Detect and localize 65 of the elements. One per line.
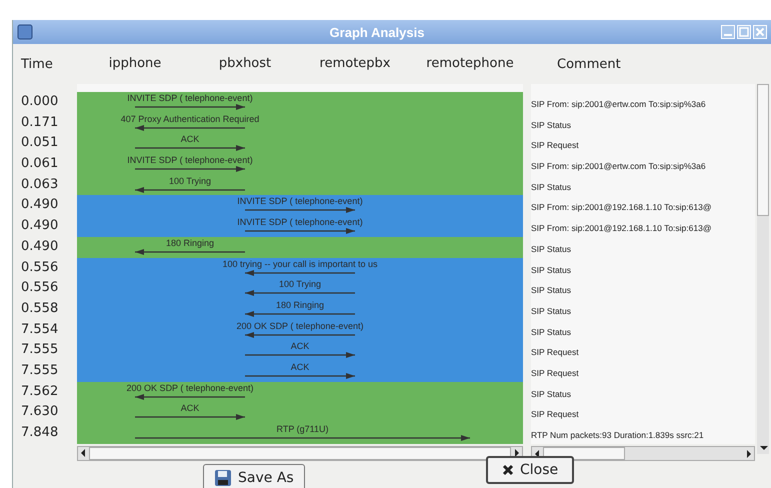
- window-icon: [17, 24, 33, 40]
- message-label: INVITE SDP ( telephone-event): [127, 155, 253, 166]
- time-cell-text: 0.061: [20, 155, 60, 174]
- message-label: INVITE SDP ( telephone-event): [237, 217, 363, 228]
- message-label: INVITE SDP ( telephone-event): [127, 93, 253, 103]
- message-label: ACK: [290, 362, 310, 372]
- horizontal-scrollbar[interactable]: [531, 446, 755, 461]
- time-cell-text: 7.848: [20, 424, 60, 442]
- comment-cell-text: SIP Request: [531, 139, 580, 152]
- time-cell-text: 0.051: [20, 134, 60, 152]
- column-header: Time: [20, 56, 54, 72]
- comment-cell-text: SIP From: sip:2001@192.168.1.10 To:sip:613@: [531, 201, 712, 214]
- column-header: ipphone: [108, 56, 162, 71]
- message-label: ACK: [180, 134, 200, 144]
- comment-cell-text: SIP Status: [531, 180, 572, 194]
- time-cell-text: 7.554: [20, 320, 60, 339]
- comment-cell-text: SIP Status: [531, 388, 572, 401]
- message-label: 407 Proxy Authentication Required: [120, 114, 260, 124]
- message-label: INVITE SDP ( telephone-event): [237, 196, 363, 206]
- message-label: ACK: [180, 403, 200, 414]
- comment-cell-text: SIP Request: [531, 366, 580, 380]
- comment-cell-text: SIP From: sip:2001@192.168.1.10 To:sip:613@: [531, 222, 712, 236]
- time-cell-text: 0.000: [20, 93, 60, 111]
- close-button[interactable]: Close: [486, 456, 574, 484]
- column-header: remotephone: [426, 56, 514, 71]
- message-label: 200 OK SDP ( telephone-event): [126, 382, 254, 393]
- column-header: pbxhost: [218, 56, 272, 71]
- message-label: ACK: [290, 341, 310, 352]
- horizontal-scrollbar[interactable]: [77, 446, 523, 461]
- message-label: 180 Ringing: [166, 238, 214, 248]
- comment-cell-text: SIP Status: [531, 264, 572, 276]
- save-as-button[interactable]: Save As: [203, 464, 305, 488]
- comment-cell-text: SIP From: sip:2001@ertw.com To:sip:sip%3a6: [531, 160, 707, 174]
- time-cell-text: 0.556: [20, 279, 60, 298]
- time-cell-text: 7.630: [20, 403, 60, 422]
- message-label: 180 Ringing: [276, 300, 324, 310]
- close-icon: [502, 464, 514, 476]
- message-label: 100 Trying: [278, 279, 322, 290]
- message-label: 100 Trying: [168, 176, 212, 186]
- time-cell-text: 7.555: [20, 362, 60, 380]
- comment-cell-text: SIP Status: [531, 284, 572, 298]
- comment-cell-text: SIP Status: [531, 326, 572, 339]
- column-header: Comment: [557, 56, 621, 72]
- message-label: 200 OK SDP ( telephone-event): [236, 320, 364, 331]
- time-cell-text: 0.490: [20, 196, 60, 214]
- time-cell-text: 7.562: [20, 382, 60, 401]
- comment-cell-text: SIP Status: [531, 242, 572, 256]
- comment-cell-text: SIP Request: [531, 346, 580, 360]
- comment-cell-text: SIP From: sip:2001@ertw.com To:sip:sip%3a6: [531, 98, 707, 111]
- comment-cell-text: SIP Status: [531, 118, 572, 132]
- time-cell-text: 0.490: [20, 238, 60, 256]
- vertical-scrollbar[interactable]: [757, 84, 769, 454]
- comment-cell-text: RTP Num packets:93 Duration:1.839s ssrc:21: [531, 429, 705, 442]
- time-cell-text: 0.063: [20, 176, 60, 194]
- comment-cell-text: SIP Request: [531, 408, 580, 422]
- comment-cell-text: SIP Status: [531, 304, 572, 318]
- time-cell-text: 0.558: [20, 300, 60, 318]
- time-cell-text: 7.555: [20, 341, 60, 360]
- time-cell-text: 0.490: [20, 217, 60, 236]
- column-header: remotepbx: [320, 56, 390, 71]
- message-label: RTP (g711U): [276, 424, 329, 434]
- window-title: Graph Analysis: [328, 24, 426, 40]
- message-label: 100 trying -- your call is important to us: [222, 258, 378, 268]
- time-cell-text: 0.171: [20, 114, 60, 132]
- time-cell-text: 0.556: [20, 258, 60, 276]
